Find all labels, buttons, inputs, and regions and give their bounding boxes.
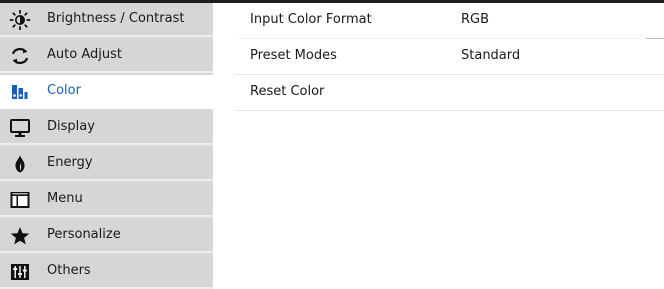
sidebar-item-menu[interactable]: Menu xyxy=(0,183,213,217)
sidebar-item-display[interactable]: Display xyxy=(0,111,213,145)
sidebar-item-label: Menu xyxy=(47,191,83,206)
monitor-icon xyxy=(9,118,31,138)
sidebar-item-auto-adjust[interactable]: Auto Adjust xyxy=(0,39,213,73)
setting-row-reset-color[interactable]: Reset Color xyxy=(235,75,664,111)
menu-icon xyxy=(9,190,31,210)
brightness-icon xyxy=(9,10,31,30)
sidebar-item-brightness-contrast[interactable]: Brightness / Contrast xyxy=(0,3,213,37)
sidebar-item-label: Energy xyxy=(47,155,93,170)
settings-panel: Input Color Format RGB Preset Modes Stan… xyxy=(213,3,664,280)
auto-adjust-icon xyxy=(9,46,31,66)
setting-label: Input Color Format xyxy=(250,12,372,27)
sidebar-item-label: Display xyxy=(47,119,95,134)
energy-icon xyxy=(9,154,31,174)
sidebar-item-label: Personalize xyxy=(47,227,121,242)
sidebar-item-label: Brightness / Contrast xyxy=(47,11,185,26)
setting-row-input-color-format[interactable]: Input Color Format RGB xyxy=(235,3,664,39)
sidebar-item-label: Auto Adjust xyxy=(47,47,122,62)
setting-label: Preset Modes xyxy=(250,48,337,63)
star-icon xyxy=(9,226,31,246)
sidebar-item-others[interactable]: Others xyxy=(0,255,213,289)
sidebar-item-color[interactable]: Color xyxy=(0,75,213,109)
setting-value: Standard xyxy=(461,48,521,63)
setting-value: RGB xyxy=(461,12,490,27)
color-palette-icon xyxy=(9,82,31,102)
sidebar-item-energy[interactable]: Energy xyxy=(0,147,213,181)
setting-row-preset-modes[interactable]: Preset Modes Standard xyxy=(235,39,664,75)
setting-label: Reset Color xyxy=(250,84,325,99)
sidebar-item-label: Color xyxy=(47,83,81,98)
sidebar-item-personalize[interactable]: Personalize xyxy=(0,219,213,253)
osd-sidebar: Brightness / Contrast Auto Adjust Color xyxy=(0,3,213,289)
sliders-icon xyxy=(9,262,31,282)
sidebar-item-label: Others xyxy=(47,263,91,278)
